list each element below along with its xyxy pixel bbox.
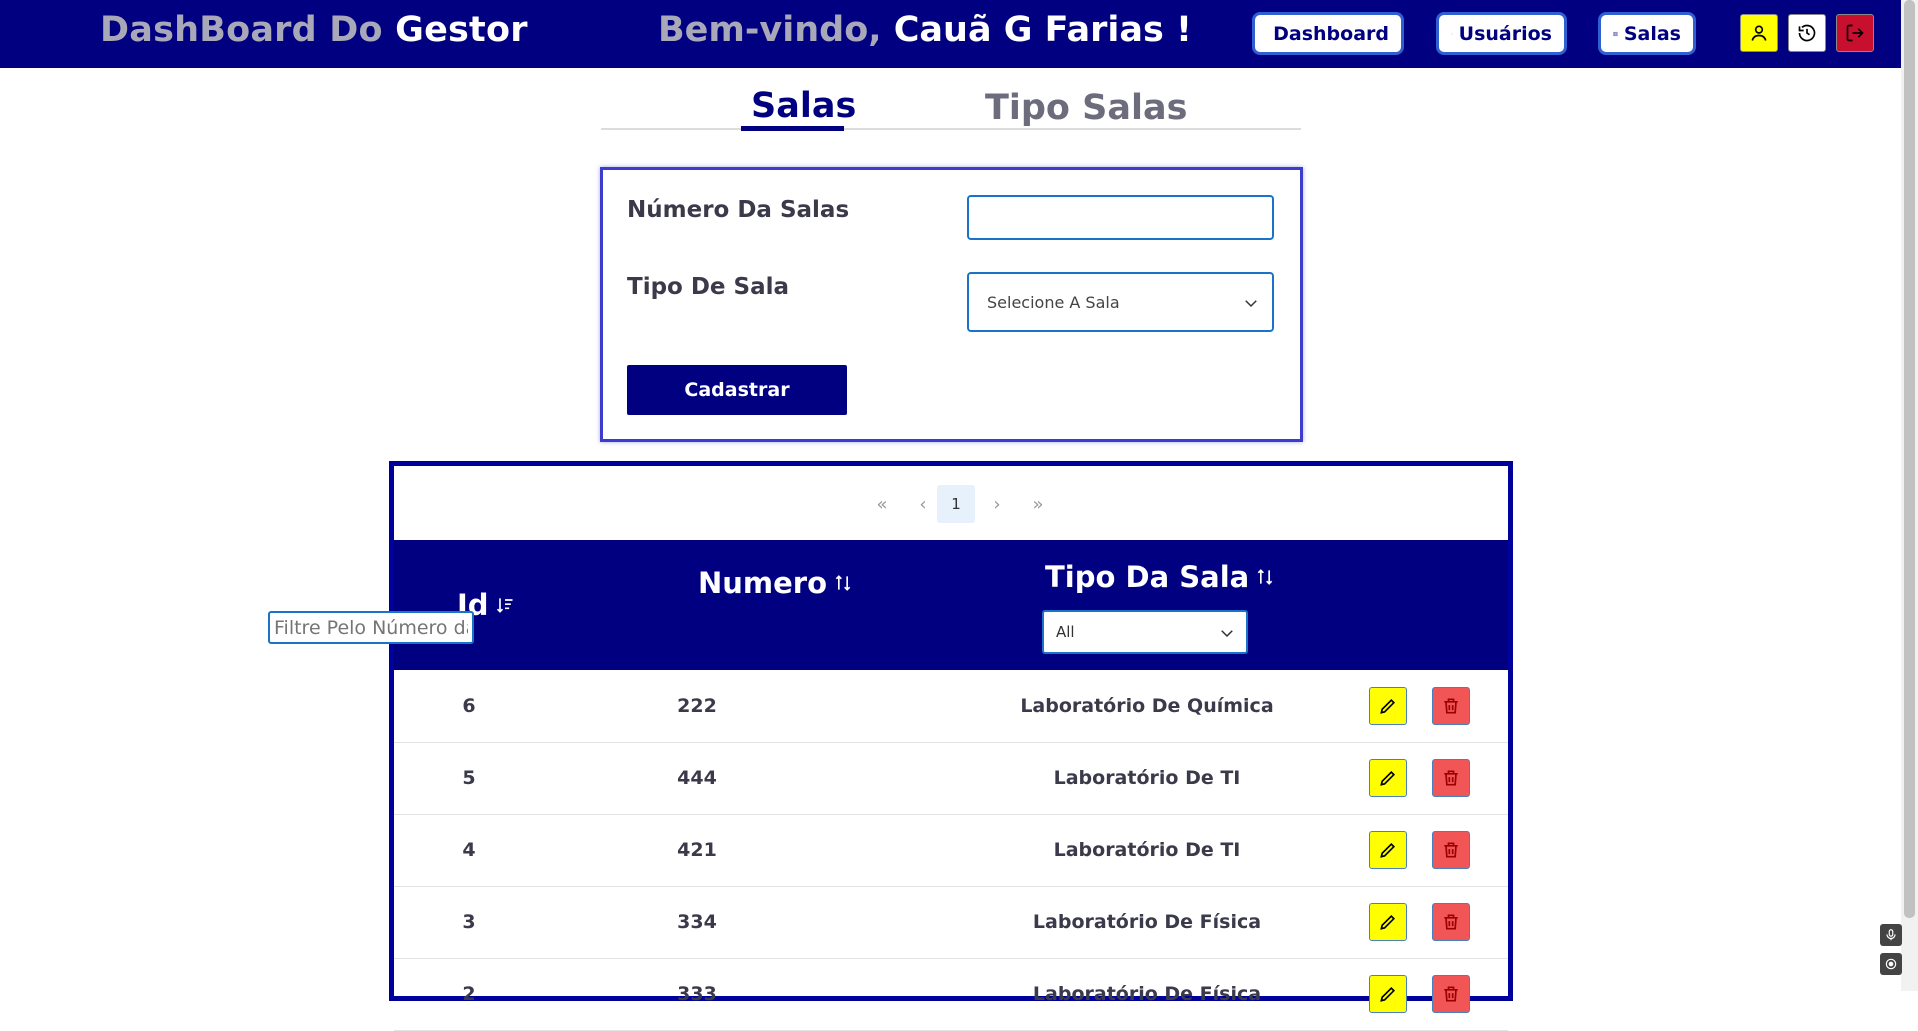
last-page-button[interactable]: » [1019, 485, 1057, 523]
tipo-filter-select[interactable]: All [1042, 610, 1248, 654]
cell-tipo: Laboratório De TI [962, 814, 1332, 886]
edit-button[interactable] [1369, 687, 1407, 725]
sort-icon [833, 573, 853, 593]
nav-dashboard-label: Dashboard [1273, 23, 1389, 45]
cell-id: 6 [434, 670, 504, 742]
pencil-icon [1378, 840, 1398, 860]
salas-table: « ‹ 1 › » Id Numero Tipo Da Sala All 6 2… [389, 461, 1513, 1001]
nav-dashboard-button[interactable]: Dashboard [1252, 12, 1404, 55]
logout-icon [1845, 23, 1865, 43]
numero-input[interactable] [967, 195, 1274, 240]
cell-tipo: Laboratório De Química [962, 670, 1332, 742]
sort-desc-icon [495, 595, 515, 615]
col-tipo-label: Tipo Da Sala [1045, 560, 1249, 594]
brand-prefix: DashBoard Do [100, 10, 383, 50]
grid-icon [1613, 25, 1618, 43]
delete-button[interactable] [1432, 687, 1470, 725]
col-numero-label: Numero [698, 566, 827, 600]
cell-id: 5 [434, 742, 504, 814]
cell-id: 4 [434, 814, 504, 886]
nav-salas-label: Salas [1624, 23, 1681, 45]
cell-numero: 421 [637, 814, 757, 886]
edit-button[interactable] [1369, 831, 1407, 869]
microphone-button[interactable] [1880, 924, 1902, 946]
delete-button[interactable] [1432, 975, 1470, 1013]
table-row: 5 444 Laboratório De TI [394, 742, 1508, 815]
user-icon [1749, 23, 1769, 43]
delete-button[interactable] [1432, 759, 1470, 797]
col-tipo-header[interactable]: Tipo Da Sala [1045, 560, 1275, 594]
numero-label: Número Da Salas [627, 197, 849, 223]
tabs-divider [601, 128, 1301, 130]
pagination: « ‹ 1 › » [394, 466, 1508, 540]
cell-tipo: Laboratório De TI [962, 742, 1332, 814]
table-header: Id Numero Tipo Da Sala All [394, 540, 1508, 670]
edit-button[interactable] [1369, 759, 1407, 797]
sort-icon [1255, 567, 1275, 587]
top-navbar: DashBoard Do Gestor Bem-vindo, Cauã G Fa… [0, 0, 1901, 68]
table-row: 4 421 Laboratório De TI [394, 814, 1508, 887]
pencil-icon [1378, 984, 1398, 1004]
accessibility-button[interactable] [1880, 953, 1902, 975]
page-1-button[interactable]: 1 [937, 485, 975, 523]
cell-numero: 333 [637, 958, 757, 1030]
trash-icon [1441, 696, 1461, 716]
chevron-down-icon [1242, 294, 1260, 312]
first-page-button[interactable]: « [863, 485, 901, 523]
cell-numero: 222 [637, 670, 757, 742]
brand-main: Gestor [395, 10, 528, 50]
delete-button[interactable] [1432, 831, 1470, 869]
welcome-message: Bem-vindo, Cauã G Farias ! [658, 10, 1192, 50]
cell-tipo: Laboratório De Física [962, 886, 1332, 958]
edit-button[interactable] [1369, 903, 1407, 941]
chevron-down-icon [1218, 624, 1236, 642]
pencil-icon [1378, 768, 1398, 788]
numero-filter-input[interactable] [268, 611, 474, 644]
cell-numero: 444 [637, 742, 757, 814]
nav-salas-button[interactable]: Salas [1598, 12, 1696, 55]
profile-button[interactable] [1740, 14, 1778, 52]
trash-icon [1441, 984, 1461, 1004]
edit-button[interactable] [1369, 975, 1407, 1013]
trash-icon [1441, 840, 1461, 860]
scrollbar-thumb[interactable] [1904, 0, 1915, 918]
microphone-icon [1884, 928, 1898, 942]
welcome-user: Cauã G Farias ! [894, 10, 1192, 50]
delete-button[interactable] [1432, 903, 1470, 941]
trash-icon [1441, 768, 1461, 788]
history-button[interactable] [1788, 14, 1826, 52]
cell-tipo: Laboratório De Física [962, 958, 1332, 1030]
nav-usuarios-button[interactable]: Usuários [1436, 12, 1567, 55]
table-row: 2 333 Laboratório De Física [394, 958, 1508, 1031]
trash-icon [1441, 912, 1461, 932]
next-page-button[interactable]: › [978, 485, 1016, 523]
nav-usuarios-label: Usuários [1459, 23, 1552, 45]
cell-id: 2 [434, 958, 504, 1030]
welcome-prefix: Bem-vindo, [658, 10, 882, 50]
brand-title: DashBoard Do Gestor [100, 10, 528, 50]
tipo-filter-value: All [1056, 623, 1075, 641]
logout-button[interactable] [1836, 14, 1874, 52]
target-icon [1884, 957, 1898, 971]
pencil-icon [1378, 696, 1398, 716]
tipo-label: Tipo De Sala [627, 274, 789, 300]
cell-numero: 334 [637, 886, 757, 958]
user-signature-icon [1451, 25, 1453, 43]
tab-salas-underline [741, 126, 844, 131]
table-row: 3 334 Laboratório De Física [394, 886, 1508, 959]
tab-salas[interactable]: Salas [751, 86, 856, 126]
pencil-icon [1378, 912, 1398, 932]
history-icon [1797, 23, 1817, 43]
tipo-select[interactable]: Selecione A Sala [967, 272, 1274, 332]
cell-id: 3 [434, 886, 504, 958]
table-row: 6 222 Laboratório De Química [394, 670, 1508, 743]
cadastrar-button[interactable]: Cadastrar [627, 365, 847, 415]
col-numero-header[interactable]: Numero [698, 566, 853, 600]
tab-tipo-salas[interactable]: Tipo Salas [985, 88, 1187, 128]
tipo-select-value: Selecione A Sala [987, 293, 1120, 312]
